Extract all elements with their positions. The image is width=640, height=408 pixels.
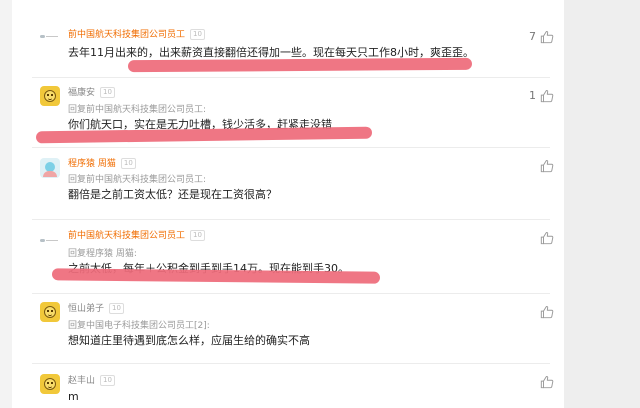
comment-text: 翻倍是之前工资太低？还是现在工资很高？ xyxy=(68,188,277,201)
like-button[interactable] xyxy=(514,231,554,245)
reply-to: 回复程序猿 周猫: xyxy=(68,249,137,259)
username[interactable]: 程序猿 周猫 xyxy=(68,159,116,169)
thumbs-up-icon[interactable] xyxy=(540,375,554,389)
reply-to: 回复前中国航天科技集团公司员工: xyxy=(68,175,207,185)
avatar-cartoon[interactable] xyxy=(40,158,60,178)
level-badge: 10 xyxy=(100,87,115,98)
side-gutter xyxy=(564,0,640,408)
avatar-emoji[interactable] xyxy=(40,302,60,322)
avatar-default[interactable] xyxy=(40,26,60,46)
like-count: 1 xyxy=(529,89,536,102)
thumbs-up-icon[interactable] xyxy=(540,231,554,245)
comment-item: 恒山弟子 10 回复中国电子科技集团公司员工[2]: 想知道庄里待遇到底怎么样，应… xyxy=(12,294,564,364)
avatar-default[interactable] xyxy=(40,230,60,250)
level-badge: 10 xyxy=(100,375,115,386)
avatar-emoji[interactable] xyxy=(40,86,60,106)
level-badge: 10 xyxy=(120,158,136,169)
comment-item: 赵丰山 10 m xyxy=(12,364,564,408)
level-badge: 10 xyxy=(190,230,205,241)
level-badge: 10 xyxy=(190,29,205,40)
highlight-stroke xyxy=(127,57,473,73)
level-badge: 10 xyxy=(109,303,124,314)
username[interactable]: 赵丰山 xyxy=(68,376,95,386)
username[interactable]: 前中国航天科技集团公司员工 xyxy=(68,30,185,40)
like-button[interactable]: 7 xyxy=(514,30,554,44)
like-count: 7 xyxy=(529,30,536,43)
like-button[interactable] xyxy=(514,159,554,173)
comment-text: m xyxy=(68,390,79,403)
reply-to: 回复中国电子科技集团公司员工[2]: xyxy=(68,321,210,331)
username[interactable]: 前中国航天科技集团公司员工 xyxy=(68,231,185,241)
avatar-emoji[interactable] xyxy=(40,374,60,394)
comment-text: 想知道庄里待遇到底怎么样，应届生给的确实不高 xyxy=(68,334,310,347)
thumbs-up-icon[interactable] xyxy=(540,305,554,319)
thumbs-up-icon[interactable] xyxy=(540,89,554,103)
comment-item: 前中国航天科技集团公司员工 10 回复程序猿 周猫: 之前太低，每年＋公积金到手到… xyxy=(12,220,564,294)
like-button[interactable] xyxy=(514,305,554,319)
thumbs-up-icon[interactable] xyxy=(540,30,554,44)
username[interactable]: 恒山弟子 xyxy=(68,304,104,314)
comment-item: 程序猿 周猫 10 回复前中国航天科技集团公司员工: 翻倍是之前工资太低？还是现在… xyxy=(12,148,564,220)
username[interactable]: 福康安 xyxy=(68,88,95,98)
thumbs-up-icon[interactable] xyxy=(540,159,554,173)
like-button[interactable] xyxy=(514,375,554,389)
reply-to: 回复前中国航天科技集团公司员工: xyxy=(68,105,207,115)
like-button[interactable]: 1 xyxy=(514,89,554,103)
